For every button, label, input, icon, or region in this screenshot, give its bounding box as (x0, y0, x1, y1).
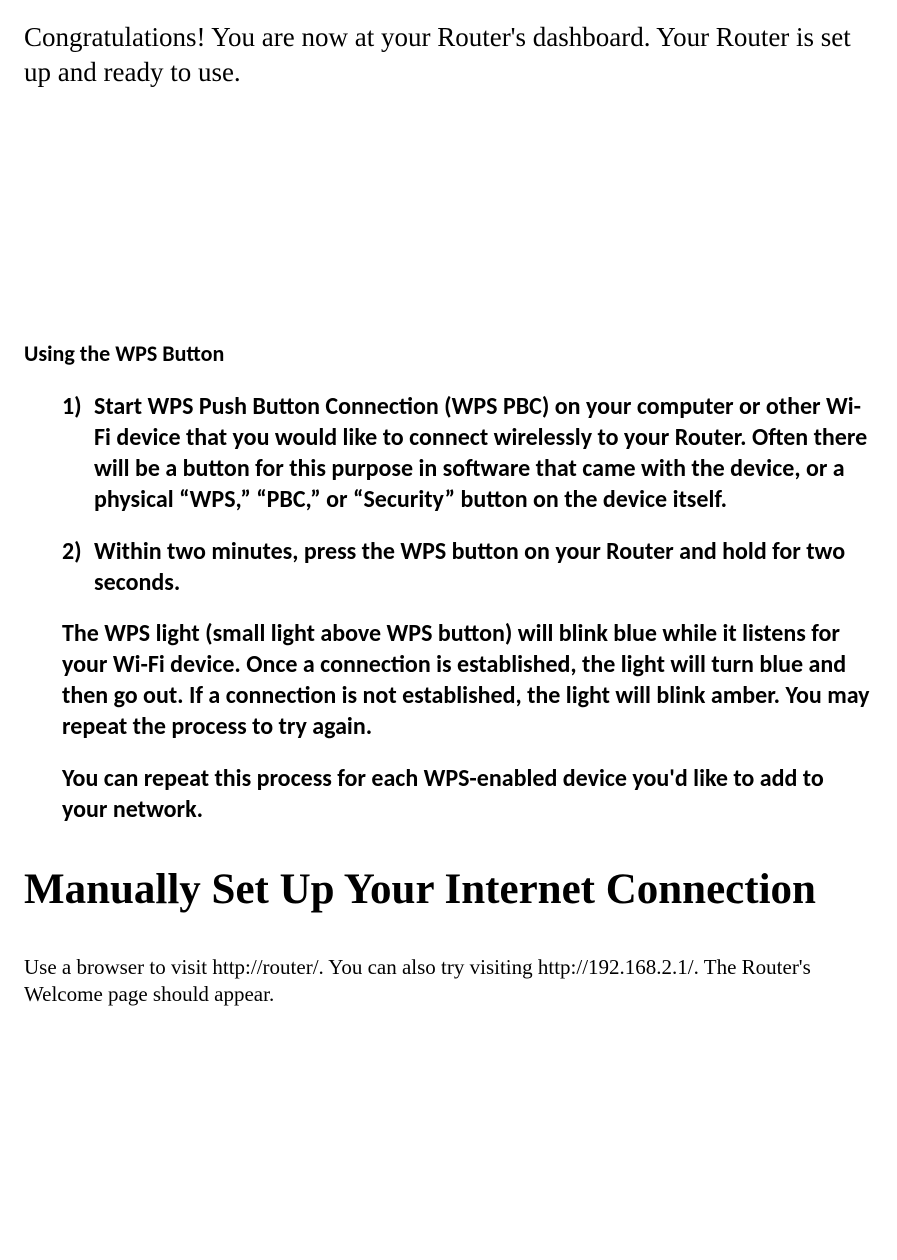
list-marker-2: 2) (62, 536, 94, 598)
wps-step-1: 1) Start WPS Push Button Connection (WPS… (62, 391, 873, 516)
list-marker-1: 1) (62, 391, 94, 516)
wps-step-2: 2) Within two minutes, press the WPS but… (62, 536, 873, 598)
wps-step-2-text: Within two minutes, press the WPS button… (94, 536, 873, 598)
manual-instruction: Use a browser to visit http://router/. Y… (24, 954, 873, 1007)
intro-paragraph: Congratulations! You are now at your Rou… (24, 20, 873, 90)
wps-repeat-info: You can repeat this process for each WPS… (62, 763, 873, 825)
manual-setup-heading: Manually Set Up Your Internet Connection (24, 865, 873, 914)
wps-section-heading: Using the WPS Button (24, 340, 873, 369)
wps-light-info: The WPS light (small light above WPS but… (62, 618, 873, 743)
wps-step-1-text: Start WPS Push Button Connection (WPS PB… (94, 391, 873, 516)
